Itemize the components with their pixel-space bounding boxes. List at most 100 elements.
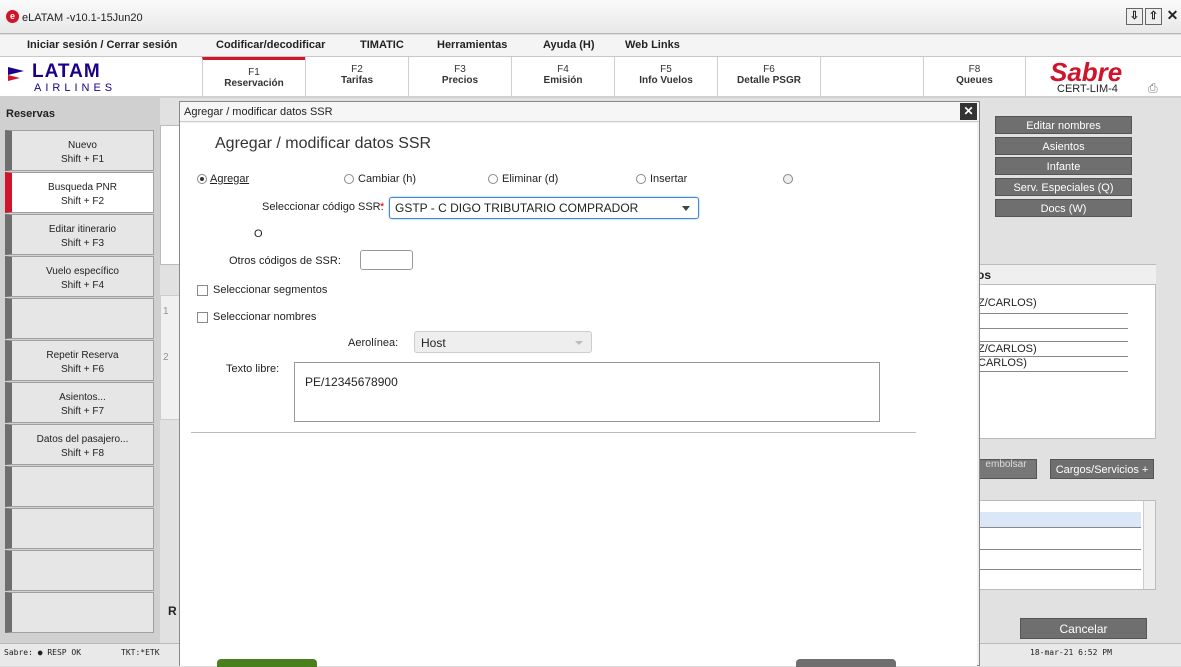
menu-help[interactable]: Ayuda (H) (543, 39, 595, 51)
app-icon: e (6, 10, 19, 23)
tab-key: F1 (248, 67, 260, 78)
dialog-window-title: Agregar / modificar datos SSR (184, 106, 333, 118)
select-segments-label[interactable]: Seleccionar segmentos (213, 284, 327, 296)
sidebar-item-nuevo[interactable]: Nuevo Shift + F1 (5, 130, 154, 171)
select-segments-checkbox[interactable] (197, 285, 208, 296)
tab-key: F2 (351, 64, 363, 75)
other-ssr-label: Otros códigos de SSR: (229, 255, 341, 267)
tab-empty[interactable] (820, 57, 923, 96)
scrollbar[interactable] (1143, 501, 1155, 589)
ssr-dialog: Agregar / modificar datos SSR ✕ Agregar … (179, 101, 980, 667)
maximize-button[interactable]: ⇧ (1145, 8, 1162, 25)
special-services-button[interactable]: Serv. Especiales (Q) (995, 178, 1132, 196)
sidebar-item-empty[interactable] (5, 466, 154, 507)
menu-login[interactable]: Iniciar sesión / Cerrar sesión (27, 39, 177, 51)
select-names-label[interactable]: Seleccionar nombres (213, 311, 316, 323)
cargos-servicios-button[interactable]: Cargos/Servicios + (1050, 459, 1154, 479)
print-icon[interactable]: ⎙ (1148, 81, 1158, 96)
right-bottom-list (975, 500, 1156, 590)
tab-key: F6 (763, 64, 775, 75)
docs-button[interactable]: Docs (W) (995, 199, 1132, 217)
passengers-list: Z/CARLOS) Z/CARLOS) CARLOS) (975, 284, 1156, 439)
select-names-checkbox[interactable] (197, 312, 208, 323)
radio-disabled (783, 174, 793, 184)
tab-tarifas[interactable]: F2 Tarifas (305, 57, 408, 96)
sidebar-item-key: Shift + F6 (60, 364, 105, 375)
edit-names-button[interactable]: Editar nombres (995, 116, 1132, 134)
list-row[interactable] (976, 512, 1141, 528)
radio-eliminar-label[interactable]: Eliminar (d) (502, 173, 558, 185)
sidebar-item-key: Shift + F4 (60, 280, 105, 291)
menu-web-links[interactable]: Web Links (625, 39, 680, 51)
tab-detalle-psgr[interactable]: F6 Detalle PSGR (717, 57, 820, 96)
sidebar-item-empty[interactable] (5, 592, 154, 633)
reembolsar-button[interactable]: embolsar (975, 459, 1037, 479)
background-panel (160, 125, 180, 265)
menu-timatic[interactable]: TIMATIC (360, 39, 404, 51)
tab-key: F8 (968, 64, 981, 75)
tab-label: Precios (441, 75, 479, 86)
tab-label: Reservación (224, 78, 284, 89)
tab-precios[interactable]: F3 Precios (408, 57, 511, 96)
dialog-title-bar: Agregar / modificar datos SSR ✕ (180, 102, 979, 122)
radio-agregar[interactable] (197, 174, 207, 184)
list-row[interactable] (976, 528, 1141, 550)
passenger-row[interactable]: CARLOS) (976, 357, 1128, 372)
chevron-down-icon (575, 341, 583, 345)
sidebar-item-empty[interactable] (5, 508, 154, 549)
title-bar: e eLATAM -v10.1-15Jun20 ⇩ ⇧ ✕ (0, 0, 1181, 34)
sidebar-item-title: Busqueda PNR (48, 182, 117, 193)
background-letter: R (168, 604, 177, 618)
radio-cambiar[interactable] (344, 174, 354, 184)
sidebar-item-editar-itinerario[interactable]: Editar itinerario Shift + F3 (5, 214, 154, 255)
menu-encode-decode[interactable]: Codificar/decodificar (216, 39, 325, 51)
sidebar-item-datos-pasajero[interactable]: Datos del pasajero... Shift + F8 (5, 424, 154, 465)
close-window-button[interactable]: ✕ (1164, 8, 1181, 25)
sidebar-item-title: Nuevo (68, 140, 97, 151)
or-label: O (254, 228, 263, 240)
passengers-header: os (975, 264, 1156, 284)
cancel-button[interactable]: Cancelar (1020, 618, 1147, 639)
divider (191, 432, 916, 433)
sidebar-item-empty[interactable] (5, 298, 154, 339)
radio-insertar[interactable] (636, 174, 646, 184)
sidebar-item-asientos[interactable]: Asientos... Shift + F7 (5, 382, 154, 423)
ssr-code-select[interactable]: GSTP - C DIGO TRIBUTARIO COMPRADOR (389, 197, 699, 219)
sidebar-item-empty[interactable] (5, 550, 154, 591)
other-ssr-input[interactable] (360, 250, 413, 270)
sidebar-item-title: Asientos... (59, 392, 106, 403)
tab-info-vuelos[interactable]: F5 Info Vuelos (614, 57, 717, 96)
sidebar-item-busqueda-pnr[interactable]: Busqueda PNR Shift + F2 (5, 172, 154, 213)
dialog-close-button[interactable]: ✕ (960, 103, 977, 120)
seats-button[interactable]: Asientos (995, 137, 1132, 155)
sidebar-header: Reservas (6, 108, 55, 120)
sidebar-item-repetir-reserva[interactable]: Repetir Reserva Shift + F6 (5, 340, 154, 381)
background-panel (160, 295, 180, 420)
passenger-row[interactable]: Z/CARLOS) (976, 297, 1128, 314)
infant-button[interactable]: Infante (995, 157, 1132, 175)
free-text-area[interactable]: PE/12345678900 (294, 362, 880, 422)
sidebar-item-key: Shift + F3 (60, 238, 105, 249)
environment-label: CERT-LIM-4 (1057, 83, 1118, 95)
radio-agregar-label[interactable]: Agregar (210, 173, 249, 185)
tab-emision[interactable]: F4 Emisión (511, 57, 614, 96)
tab-queues[interactable]: F8 Queues (923, 57, 1026, 96)
sidebar-item-key: Shift + F8 (60, 448, 105, 459)
function-toolbar: LATAM AIRLINES F1 Reservación F2 Tarifas F… (0, 57, 1181, 98)
minimize-button[interactable]: ⇩ (1126, 8, 1143, 25)
menu-tools[interactable]: Herramientas (437, 39, 507, 51)
radio-eliminar[interactable] (488, 174, 498, 184)
airline-select: Host (414, 331, 592, 353)
free-text-value: PE/12345678900 (305, 375, 398, 389)
passenger-row-empty (976, 314, 1128, 329)
tab-label: Emisión (543, 75, 583, 86)
passenger-row[interactable]: Z/CARLOS) (976, 343, 1128, 357)
required-mark: * (380, 201, 385, 213)
radio-cambiar-label[interactable]: Cambiar (h) (358, 173, 416, 185)
radio-insertar-label[interactable]: Insertar (650, 173, 687, 185)
tab-key: F3 (454, 64, 466, 75)
tab-key: F5 (660, 64, 672, 75)
sidebar-item-vuelo-especifico[interactable]: Vuelo específico Shift + F4 (5, 256, 154, 297)
tab-reservacion[interactable]: F1 Reservación (202, 57, 305, 96)
list-row[interactable] (976, 550, 1141, 570)
